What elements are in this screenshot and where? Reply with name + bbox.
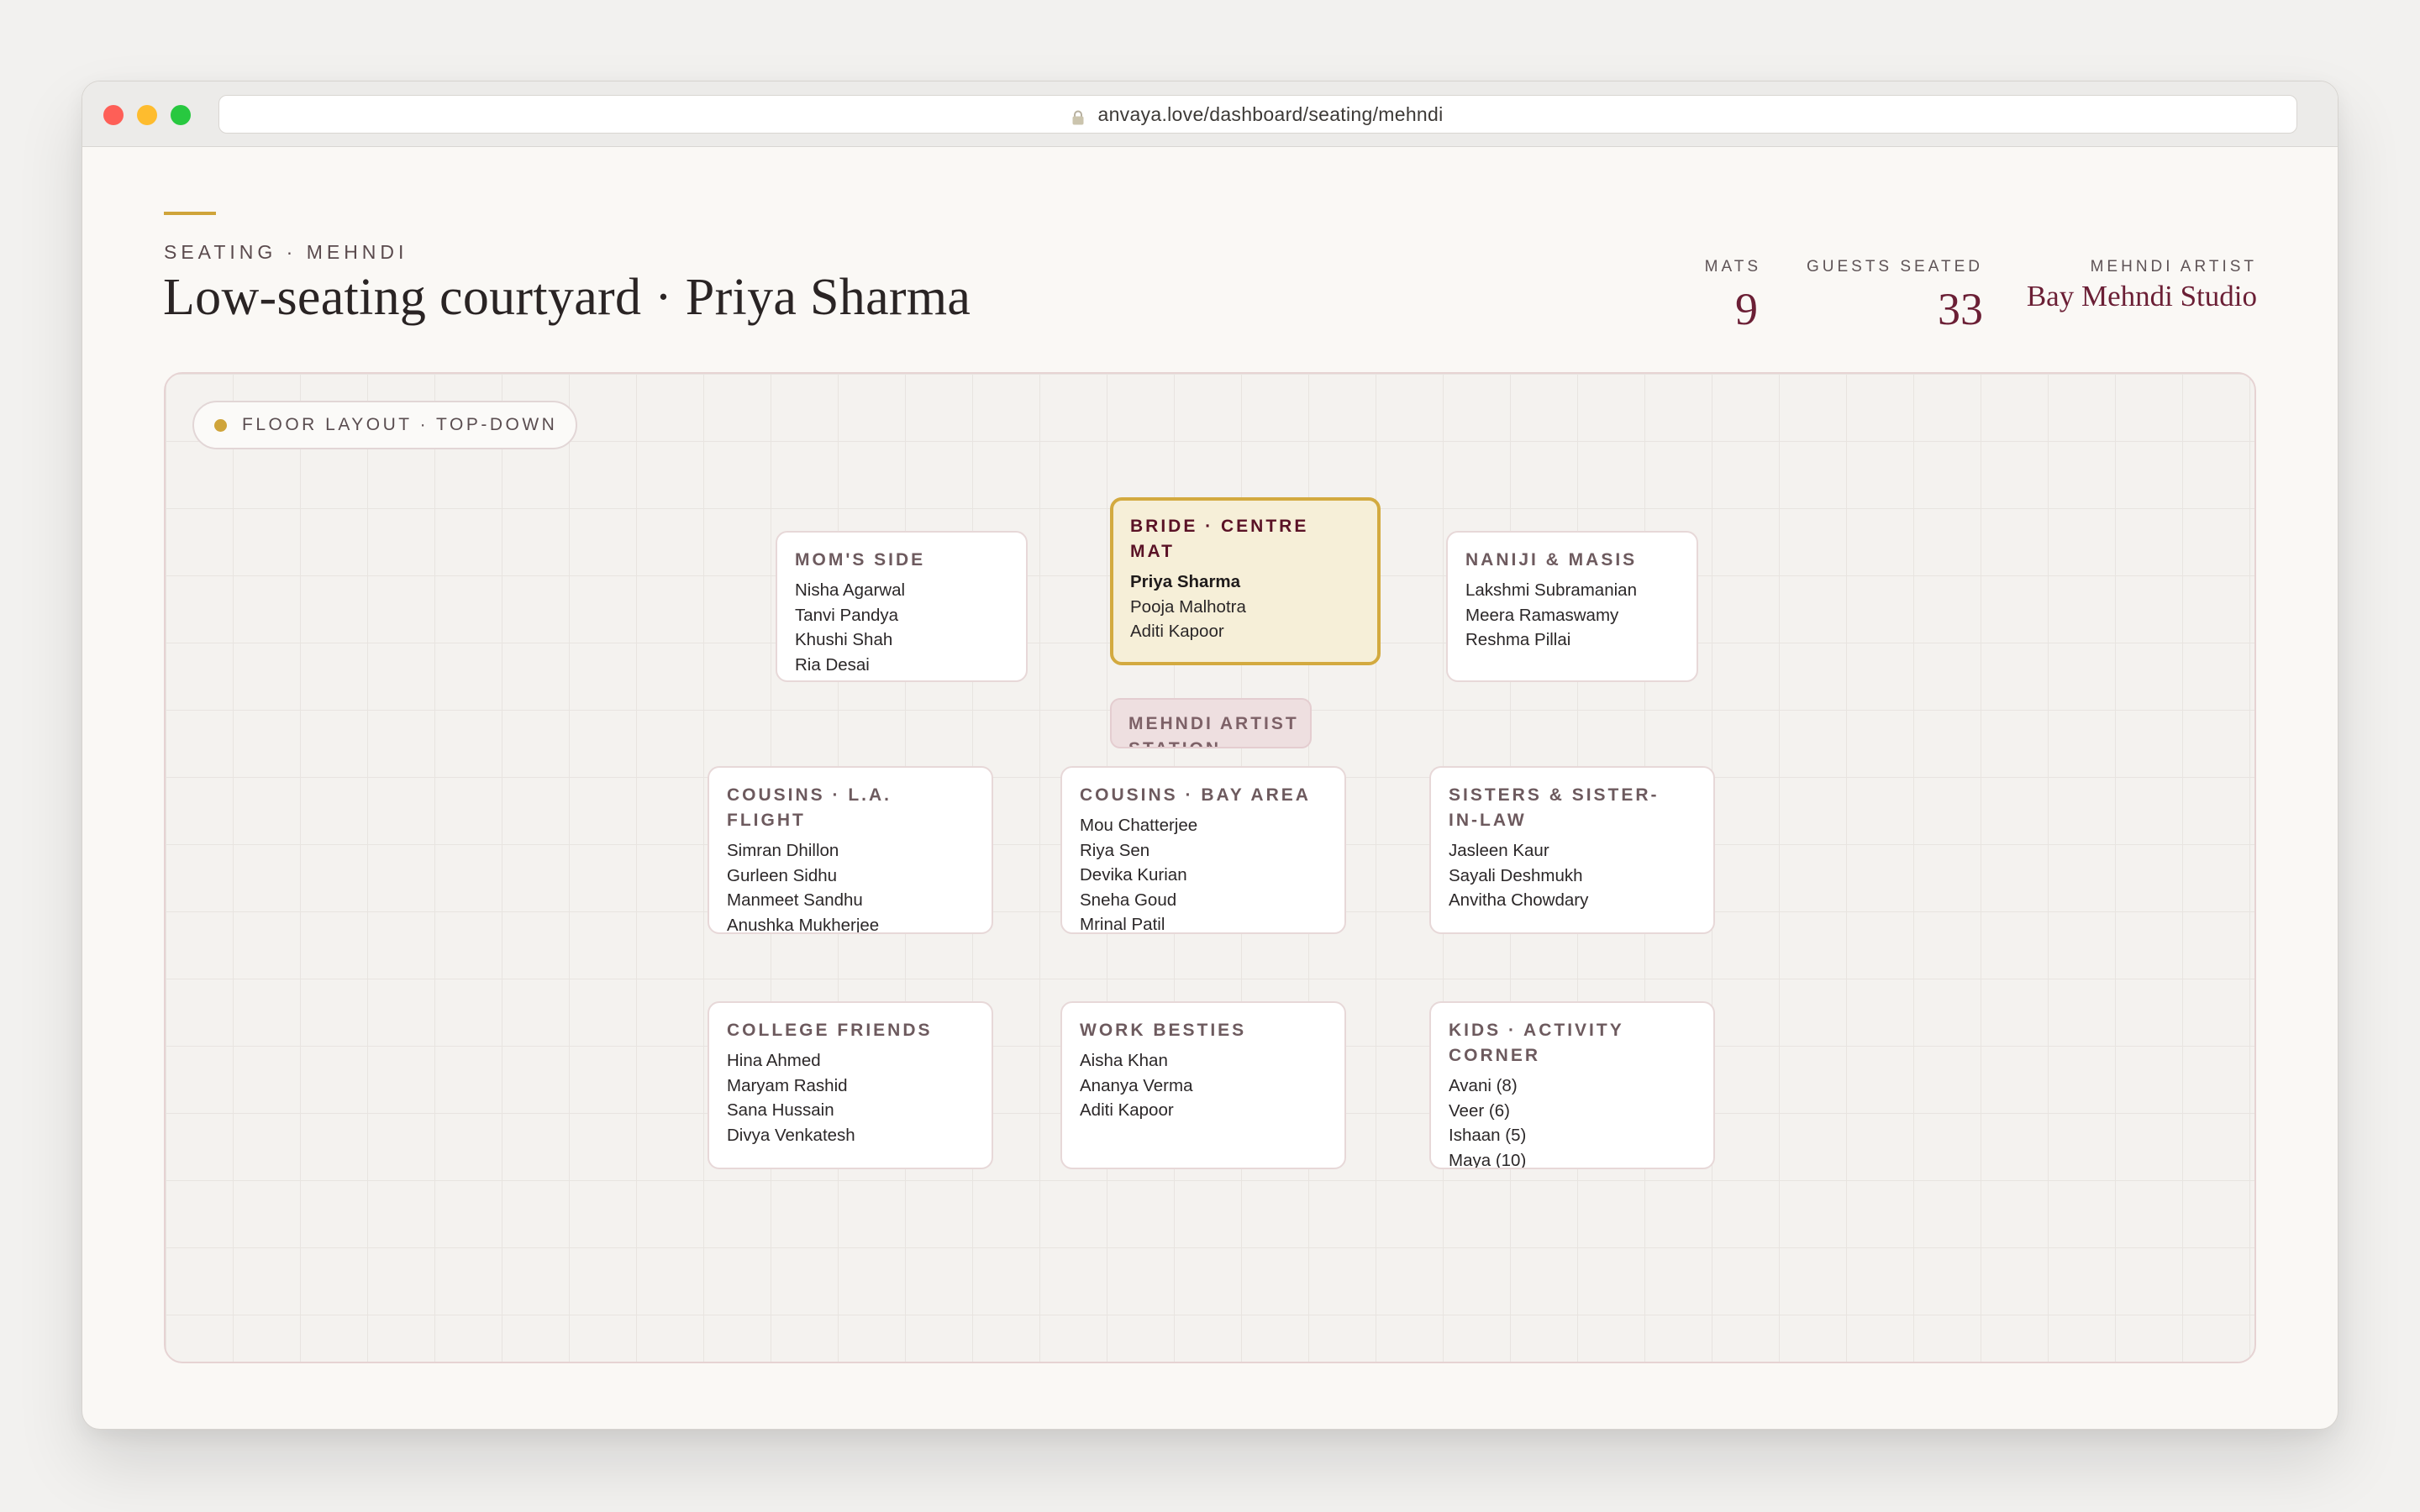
guest-name: Ananya Verma xyxy=(1080,1075,1193,1095)
guest-name: Mrinal Patil xyxy=(1080,915,1165,934)
lock-icon xyxy=(1072,108,1084,125)
url-text: anvaya.love/dashboard/seating/mehndi xyxy=(1097,102,1444,125)
guest-name: Sana Hussain xyxy=(727,1100,834,1121)
mat-title: COUSINS · L.A. FLIGHT xyxy=(727,785,892,830)
mehndi-artist-label: MEHNDI ARTIST xyxy=(2090,258,2257,276)
floor-layout-label: FLOOR LAYOUT · TOP-DOWN xyxy=(242,415,558,434)
guest-name: Avani (8) xyxy=(1449,1076,1518,1095)
guest-name: Sayali Deshmukh xyxy=(1449,865,1583,885)
guests-seated-value: 33 xyxy=(1938,284,1983,334)
guest-name: Mou Chatterjee xyxy=(1080,816,1198,835)
mat-title: COLLEGE FRIENDS xyxy=(727,1021,933,1040)
guest-name: Maya (10) xyxy=(1449,1150,1527,1169)
mat-title: NANIJI & MASIS xyxy=(1465,550,1638,570)
guest-name: Riya Sen xyxy=(1080,840,1150,860)
mat-college-friends[interactable]: COLLEGE FRIENDS Hina Ahmed Maryam Rashid… xyxy=(708,1001,993,1169)
guest-name: Gurleen Sidhu xyxy=(727,865,838,885)
guest-name: Veer (6) xyxy=(1449,1100,1510,1121)
status-dot-icon xyxy=(214,418,227,432)
floor-layout-chip: FLOOR LAYOUT · TOP-DOWN xyxy=(192,401,578,449)
title-accent-rule xyxy=(164,212,216,215)
guest-name: Divya Venkatesh xyxy=(727,1125,855,1145)
mat-title: MOM'S SIDE xyxy=(795,550,926,570)
guest-name: Tanvi Pandya xyxy=(795,605,899,625)
mats-stat-value: 9 xyxy=(1735,284,1758,334)
close-window-button[interactable] xyxy=(103,105,124,125)
mat-title: WORK BESTIES xyxy=(1080,1021,1247,1040)
guest-name: Devika Kurian xyxy=(1080,865,1187,885)
mat-bride-centre[interactable]: BRIDE · CENTRE MAT Priya Sharma Pooja Ma… xyxy=(1110,497,1381,665)
guest-name: Khushi Shah xyxy=(795,630,893,650)
mat-cousins-la[interactable]: COUSINS · L.A. FLIGHT Simran Dhillon Gur… xyxy=(708,766,993,934)
guests-seated-label: GUESTS SEATED xyxy=(1806,258,1983,276)
mat-title: KIDS · ACTIVITY CORNER xyxy=(1449,1021,1624,1065)
page-eyebrow: SEATING · MEHNDI xyxy=(164,241,408,263)
guest-name: Manmeet Sandhu xyxy=(727,890,863,911)
guest-name: Maryam Rashid xyxy=(727,1075,848,1095)
minimize-window-button[interactable] xyxy=(137,105,157,125)
mat-work-besties[interactable]: WORK BESTIES Aisha Khan Ananya Verma Adi… xyxy=(1060,1001,1346,1169)
guest-name: Reshma Pillai xyxy=(1465,630,1571,650)
address-bar[interactable]: anvaya.love/dashboard/seating/mehndi xyxy=(218,95,2297,134)
guest-name: Pooja Malhotra xyxy=(1130,596,1246,617)
guest-name: Aisha Khan xyxy=(1080,1051,1168,1070)
guest-name: Aditi Kapoor xyxy=(1080,1100,1174,1121)
mat-title: BRIDE · CENTRE MAT xyxy=(1130,517,1309,561)
mat-kids-activity-corner[interactable]: KIDS · ACTIVITY CORNER Avani (8) Veer (6… xyxy=(1429,1001,1715,1169)
guest-name: Ria Desai xyxy=(795,654,870,675)
maximize-window-button[interactable] xyxy=(171,105,191,125)
station-label: MEHNDI ARTIST STATION xyxy=(1128,714,1299,747)
floor-layout-canvas: FLOOR LAYOUT · TOP-DOWN MOM'S SIDE Nisha… xyxy=(164,372,2256,1363)
guest-name: Meera Ramaswamy xyxy=(1465,605,1619,625)
guest-name: Aditi Kapoor xyxy=(1130,622,1224,642)
guest-name: Priya Sharma xyxy=(1130,572,1241,591)
guest-name: Sneha Goud xyxy=(1080,890,1177,910)
guest-name: Ishaan (5) xyxy=(1449,1126,1527,1146)
browser-titlebar: anvaya.love/dashboard/seating/mehndi xyxy=(82,81,2338,147)
page-title: Low-seating courtyard · Priya Sharma xyxy=(163,269,971,326)
mat-title: SISTERS & SISTER-IN-LAW xyxy=(1449,785,1660,830)
guest-name: Lakshmi Subramanian xyxy=(1465,580,1637,600)
guest-name: Anushka Mukherjee xyxy=(727,915,880,934)
guest-name: Simran Dhillon xyxy=(727,841,839,860)
guest-name: Anvitha Chowdary xyxy=(1449,890,1589,911)
guest-name: Hina Ahmed xyxy=(727,1051,821,1070)
mat-naniji-masis[interactable]: NANIJI & MASIS Lakshmi Subramanian Meera… xyxy=(1446,531,1698,682)
browser-window: anvaya.love/dashboard/seating/mehndi SEA… xyxy=(82,81,2338,1430)
mat-moms-side[interactable]: MOM'S SIDE Nisha Agarwal Tanvi Pandya Kh… xyxy=(776,531,1028,682)
mat-sisters-in-law[interactable]: SISTERS & SISTER-IN-LAW Jasleen Kaur Say… xyxy=(1429,766,1715,934)
mat-cousins-bay-area[interactable]: COUSINS · BAY AREA Mou Chatterjee Riya S… xyxy=(1060,766,1346,934)
guest-name: Jasleen Kaur xyxy=(1449,841,1549,860)
guest-name: Nisha Agarwal xyxy=(795,580,906,600)
mehndi-artist-station[interactable]: MEHNDI ARTIST STATION xyxy=(1110,698,1312,748)
mehndi-artist-value[interactable]: Bay Mehndi Studio xyxy=(2027,280,2257,313)
mat-title: COUSINS · BAY AREA xyxy=(1080,785,1311,805)
mats-stat-label: MATS xyxy=(1704,258,1761,276)
